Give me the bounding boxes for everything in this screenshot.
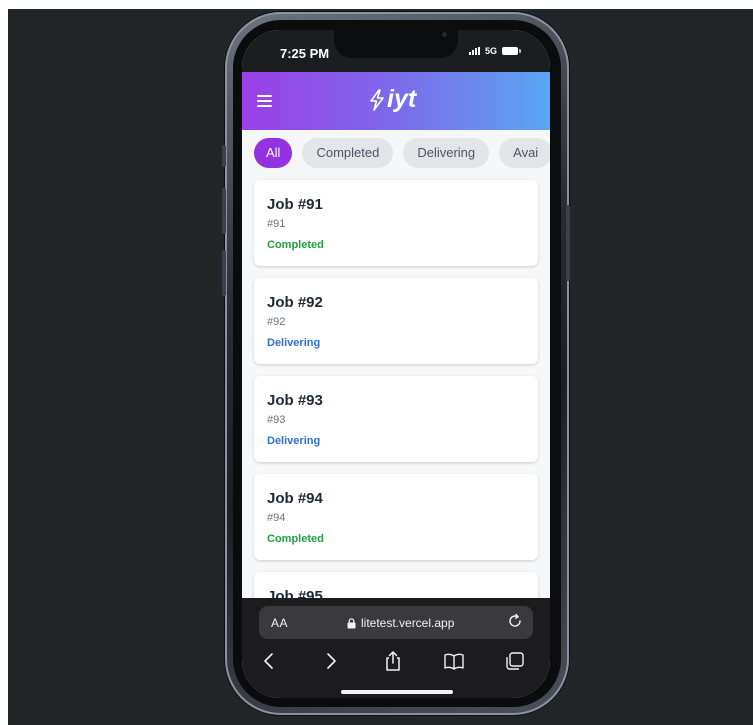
job-status: Completed [267, 239, 324, 251]
volume-up-button [222, 188, 226, 234]
logo-text: iyt [387, 85, 417, 113]
job-card[interactable]: Job #92 #92 Delivering [254, 278, 538, 364]
app-header: iyt [242, 72, 550, 130]
filter-chip-all[interactable]: All [254, 138, 293, 168]
job-card[interactable]: Job #91 #91 Completed [254, 180, 538, 266]
front-camera-icon [442, 32, 447, 37]
address-bar[interactable]: AA litetest.vercel.app [259, 606, 533, 639]
job-title: Job #93 [267, 392, 323, 409]
status-bar: 7:25 PM 5G [242, 30, 550, 72]
signal-bars-icon [468, 47, 480, 55]
job-status: Delivering [267, 435, 321, 447]
hamburger-menu-icon[interactable] [257, 95, 272, 107]
battery-icon [502, 47, 521, 55]
power-button [566, 205, 570, 281]
job-title: Job #94 [267, 490, 323, 507]
job-card[interactable]: Job #94 #94 Completed [254, 474, 538, 560]
browser-toolbar [242, 650, 550, 674]
url-display[interactable]: litetest.vercel.app [347, 616, 454, 630]
job-status: Delivering [267, 337, 321, 349]
lightning-bolt-icon [370, 88, 384, 111]
filter-chip-delivering[interactable]: Delivering [403, 138, 490, 168]
job-id: #93 [267, 414, 286, 426]
forward-icon[interactable] [320, 650, 342, 672]
url-text: litetest.vercel.app [361, 616, 455, 630]
phone-screen: 7:25 PM 5G iyt All Completed Delivering … [242, 30, 550, 698]
job-title: Job #92 [267, 294, 323, 311]
home-indicator[interactable] [341, 690, 453, 694]
mute-switch [222, 145, 226, 167]
back-icon[interactable] [258, 650, 280, 672]
volume-down-button [222, 250, 226, 296]
filter-chips: All Completed Delivering Avai [254, 138, 550, 168]
notch [334, 30, 458, 58]
status-icons: 5G [468, 46, 521, 56]
reload-icon[interactable] [507, 613, 523, 629]
text-size-button[interactable]: AA [271, 616, 288, 630]
app-logo[interactable]: iyt [368, 85, 416, 114]
job-status: Completed [267, 533, 324, 545]
bookmarks-icon[interactable] [443, 650, 465, 672]
filter-chip-available[interactable]: Avai [499, 138, 550, 168]
browser-bottom-bar: AA litetest.vercel.app [242, 598, 550, 698]
job-id: #91 [267, 218, 286, 230]
job-card[interactable]: Job #93 #93 Delivering [254, 376, 538, 462]
job-title: Job #91 [267, 196, 323, 213]
status-time: 7:25 PM [280, 46, 330, 61]
job-id: #92 [267, 316, 286, 328]
filter-chip-completed[interactable]: Completed [302, 138, 394, 168]
share-icon[interactable] [382, 650, 404, 672]
tabs-icon[interactable] [504, 650, 526, 672]
job-id: #94 [267, 512, 286, 524]
lock-icon [347, 617, 356, 628]
network-type: 5G [484, 46, 497, 56]
job-list: Job #91 #91 Completed Job #92 #92 Delive… [254, 180, 538, 624]
